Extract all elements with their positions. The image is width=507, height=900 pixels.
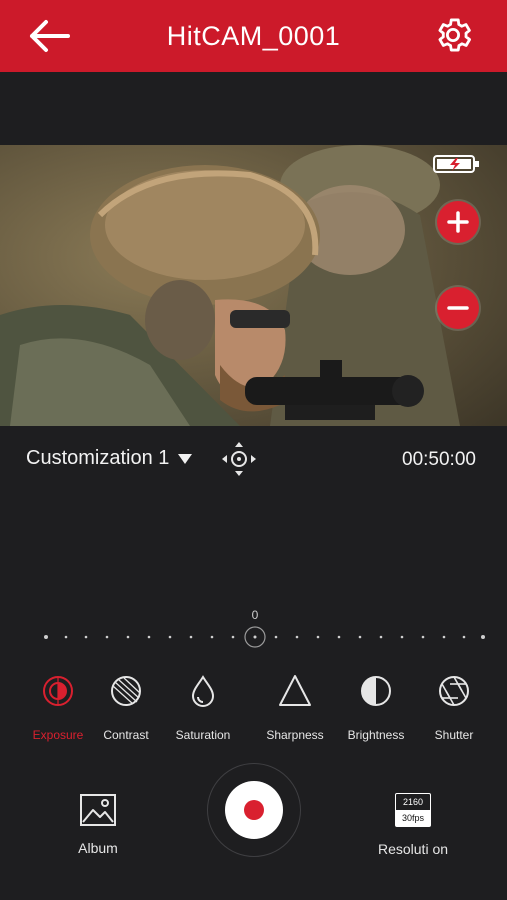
zoom-out-button[interactable] bbox=[437, 287, 479, 329]
arrow-left-icon bbox=[30, 20, 70, 52]
album-button[interactable]: Album bbox=[58, 794, 138, 856]
image-gallery-icon bbox=[80, 794, 116, 826]
slider-value: 0 bbox=[251, 608, 259, 622]
tool-label-sharpness: Sharpness bbox=[266, 728, 324, 742]
settings-button[interactable] bbox=[432, 14, 474, 56]
profile-selector[interactable]: Customization 1 bbox=[26, 447, 193, 470]
gear-icon bbox=[438, 18, 472, 52]
caret-down-icon bbox=[178, 453, 193, 464]
resolution-size: 2160 bbox=[402, 797, 424, 807]
preview-image bbox=[0, 145, 507, 426]
plus-icon bbox=[447, 211, 469, 233]
record-button[interactable] bbox=[225, 781, 283, 839]
record-dot bbox=[244, 800, 264, 820]
resolution-badge: 2160 30fps bbox=[395, 793, 431, 827]
move-crosshair-icon bbox=[222, 442, 256, 476]
resolution-button[interactable]: 2160 30fps Resoluti on bbox=[368, 793, 458, 857]
camera-preview[interactable] bbox=[0, 145, 507, 426]
droplet-icon bbox=[191, 675, 215, 707]
tool-label-saturation: Saturation bbox=[175, 728, 231, 742]
tool-saturation[interactable]: Saturation bbox=[163, 672, 243, 742]
tool-label-brightness: Brightness bbox=[347, 728, 405, 742]
battery-charging-icon bbox=[433, 155, 479, 173]
back-button[interactable] bbox=[26, 16, 72, 56]
tool-label-exposure: Exposure bbox=[32, 728, 84, 742]
battery-indicator bbox=[433, 153, 481, 175]
adjustment-slider[interactable] bbox=[40, 625, 490, 649]
minus-icon bbox=[447, 306, 469, 310]
aperture-icon bbox=[439, 676, 469, 706]
triangle-icon bbox=[279, 675, 311, 706]
tool-contrast[interactable]: Contrast bbox=[86, 672, 166, 742]
recording-timer: 00:50:00 bbox=[402, 449, 476, 470]
resolution-fps: 30fps bbox=[396, 810, 430, 826]
tool-label-shutter: Shutter bbox=[434, 728, 474, 742]
contrast-icon bbox=[111, 676, 141, 706]
record-ring bbox=[207, 763, 301, 857]
resolution-label: Resoluti on bbox=[377, 841, 449, 857]
tool-label-contrast: Contrast bbox=[103, 728, 149, 742]
tool-sharpness[interactable]: Sharpness bbox=[255, 672, 335, 742]
zoom-in-button[interactable] bbox=[437, 201, 479, 243]
brightness-icon bbox=[361, 676, 391, 706]
album-label: Album bbox=[78, 840, 118, 856]
app-header: HitCAM_0001 bbox=[0, 0, 507, 72]
exposure-icon bbox=[43, 676, 73, 706]
tool-shutter[interactable]: Shutter bbox=[414, 672, 494, 742]
move-crosshair-button[interactable] bbox=[220, 440, 258, 478]
page-title: HitCAM_0001 bbox=[166, 20, 341, 51]
profile-label: Customization 1 bbox=[26, 447, 170, 469]
tool-brightness[interactable]: Brightness bbox=[336, 672, 416, 742]
